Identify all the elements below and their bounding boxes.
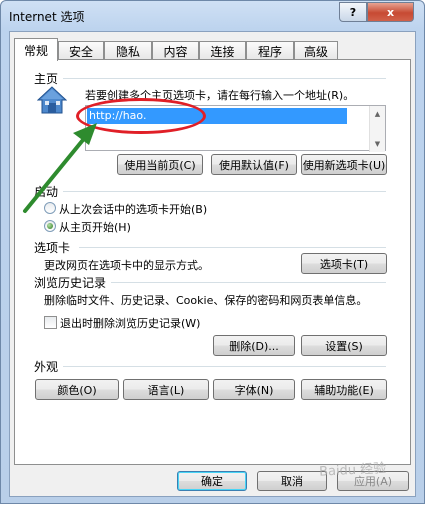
delete-on-exit-checkbox[interactable] [44, 316, 57, 329]
tabs-divider [79, 247, 386, 248]
fonts-button[interactable]: 字体(N) [213, 379, 295, 400]
tab-programs[interactable]: 程序 [246, 41, 294, 60]
use-new-tab-button[interactable]: 使用新选项卡(U) [301, 154, 387, 175]
help-button[interactable]: ? [339, 2, 367, 22]
tab-privacy[interactable]: 隐私 [104, 41, 152, 60]
close-button[interactable]: x [367, 2, 414, 22]
delete-on-exit-label: 退出时删除浏览历史记录(W) [60, 317, 201, 330]
last-session-radio[interactable] [44, 202, 56, 214]
annotation-circle [76, 98, 206, 134]
scroll-up-icon[interactable]: ▲ [370, 106, 385, 121]
use-default-button[interactable]: 使用默认值(F) [211, 154, 297, 175]
history-settings-button[interactable]: 设置(S) [301, 335, 387, 356]
appearance-divider [63, 366, 386, 367]
languages-button[interactable]: 语言(L) [123, 379, 209, 400]
history-section-title: 浏览历史记录 [34, 276, 107, 290]
home-page-label: 从主页开始(H) [59, 221, 131, 234]
use-current-button[interactable]: 使用当前页(C) [117, 154, 203, 175]
cancel-button[interactable]: 取消 [257, 471, 327, 491]
url-scrollbar[interactable]: ▲ ▼ [369, 106, 385, 152]
tab-connections[interactable]: 连接 [199, 41, 246, 60]
startup-divider [63, 191, 386, 192]
accessibility-button[interactable]: 辅助功能(E) [301, 379, 387, 400]
history-divider [111, 282, 386, 283]
tab-advanced[interactable]: 高级 [294, 41, 338, 60]
tabs-description: 更改网页在选项卡中的显示方式。 [44, 259, 209, 272]
window-title: Internet 选项 [9, 10, 85, 24]
homepage-divider [63, 78, 386, 79]
tab-security[interactable]: 安全 [58, 41, 104, 60]
startup-section-title: 启动 [34, 185, 59, 199]
home-page-radio[interactable] [44, 220, 56, 232]
appearance-section-title: 外观 [34, 360, 59, 374]
tabs-settings-button[interactable]: 选项卡(T) [301, 253, 387, 274]
delete-history-button[interactable]: 删除(D)... [213, 335, 295, 356]
tab-content[interactable]: 内容 [152, 41, 199, 60]
last-session-label: 从上次会话中的选项卡开始(B) [59, 203, 208, 216]
history-description: 删除临时文件、历史记录、Cookie、保存的密码和网页表单信息。 [44, 294, 368, 307]
scroll-down-icon[interactable]: ▼ [370, 136, 385, 151]
colors-button[interactable]: 颜色(O) [35, 379, 119, 400]
title-bar: Internet 选项 ? x [1, 1, 424, 31]
internet-options-dialog: Internet 选项 ? x 常规 安全 隐私 内容 连接 程序 高级 主页 … [0, 0, 425, 504]
tabs-section-title: 选项卡 [34, 241, 71, 255]
ok-button[interactable]: 确定 [177, 471, 247, 491]
baidu-watermark: Baidu 经验 [318, 461, 387, 480]
tab-general[interactable]: 常规 [14, 38, 58, 61]
home-icon [37, 86, 67, 114]
